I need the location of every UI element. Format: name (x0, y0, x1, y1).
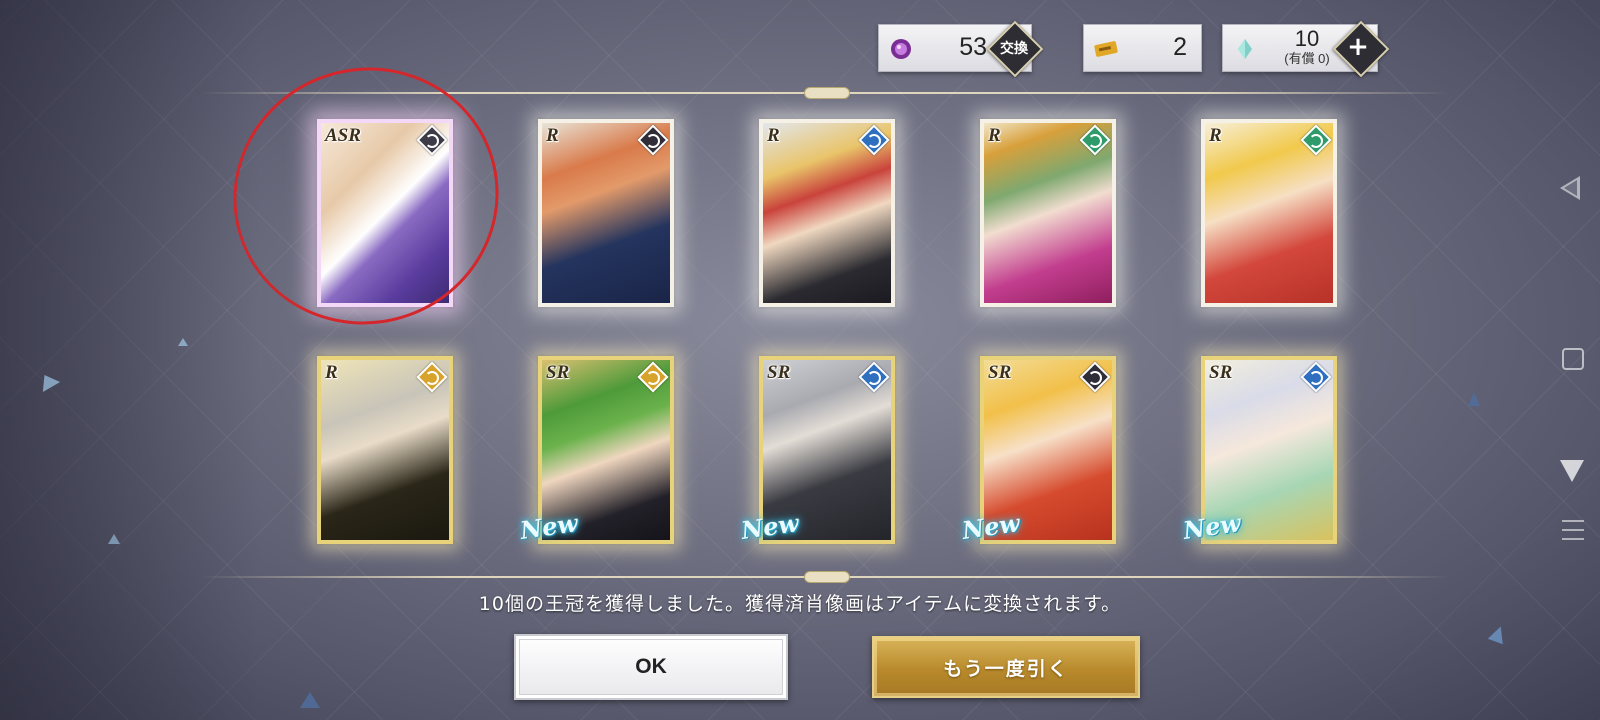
rarity-badge: SR (988, 362, 1012, 383)
card-5[interactable]: R (1201, 119, 1337, 307)
wind-icon (1088, 134, 1102, 148)
rarity-badge: R (325, 362, 338, 383)
shard-decoration (300, 692, 320, 708)
card-3[interactable]: R (759, 119, 895, 307)
rarity-badge: SR (767, 362, 791, 383)
system-nav-bar (1554, 0, 1600, 720)
rarity-badge: R (1209, 125, 1222, 146)
rarity-badge: R (988, 125, 1001, 146)
water-icon (1309, 371, 1323, 385)
lightning-icon (425, 371, 439, 385)
crystal-paid-count: (有償 0) (1284, 51, 1330, 66)
shard-decoration (178, 338, 188, 346)
menu-icon[interactable] (1562, 520, 1584, 547)
rarity-badge: R (546, 125, 559, 146)
water-icon (867, 134, 881, 148)
rarity-badge: SR (546, 362, 570, 383)
plus-icon[interactable]: + (1345, 32, 1371, 62)
shard-decoration (1487, 623, 1509, 645)
top-divider-ornament (804, 87, 850, 99)
ticket-counter: 2 (1083, 24, 1202, 72)
gem-counter: 53 交換 (878, 20, 1044, 78)
crystal-counter: 10 (有償 0) + (1222, 20, 1390, 78)
draw-again-button[interactable]: もう一度引く (872, 636, 1140, 698)
rarity-badge: SR (1209, 362, 1233, 383)
back-icon-inner (1564, 180, 1577, 196)
ticket-count: 2 (1173, 33, 1187, 61)
ok-button[interactable]: OK (514, 634, 788, 700)
gem-count: 53 (959, 33, 987, 61)
chevron-down-icon[interactable] (1560, 460, 1584, 482)
moon-icon (646, 134, 660, 148)
rarity-badge: R (767, 125, 780, 146)
result-message: 10個の王冠を獲得しました。獲得済肖像画はアイテムに変換されます。 (478, 593, 1122, 615)
card-6[interactable]: R (317, 356, 453, 544)
ticket-icon (1094, 41, 1118, 57)
shard-decoration (108, 534, 120, 544)
crystal-icon (1238, 39, 1252, 59)
moon-icon (1088, 371, 1102, 385)
lightning-icon (646, 371, 660, 385)
gem-icon (891, 39, 911, 59)
shard-decoration (1468, 392, 1480, 406)
wind-icon (1309, 134, 1323, 148)
card-4[interactable]: R (980, 119, 1116, 307)
exchange-label[interactable]: 交換 (995, 38, 1033, 58)
bottom-divider-ornament (804, 571, 850, 583)
water-icon (867, 371, 881, 385)
card-2[interactable]: R (538, 119, 674, 307)
home-icon[interactable] (1562, 348, 1584, 370)
